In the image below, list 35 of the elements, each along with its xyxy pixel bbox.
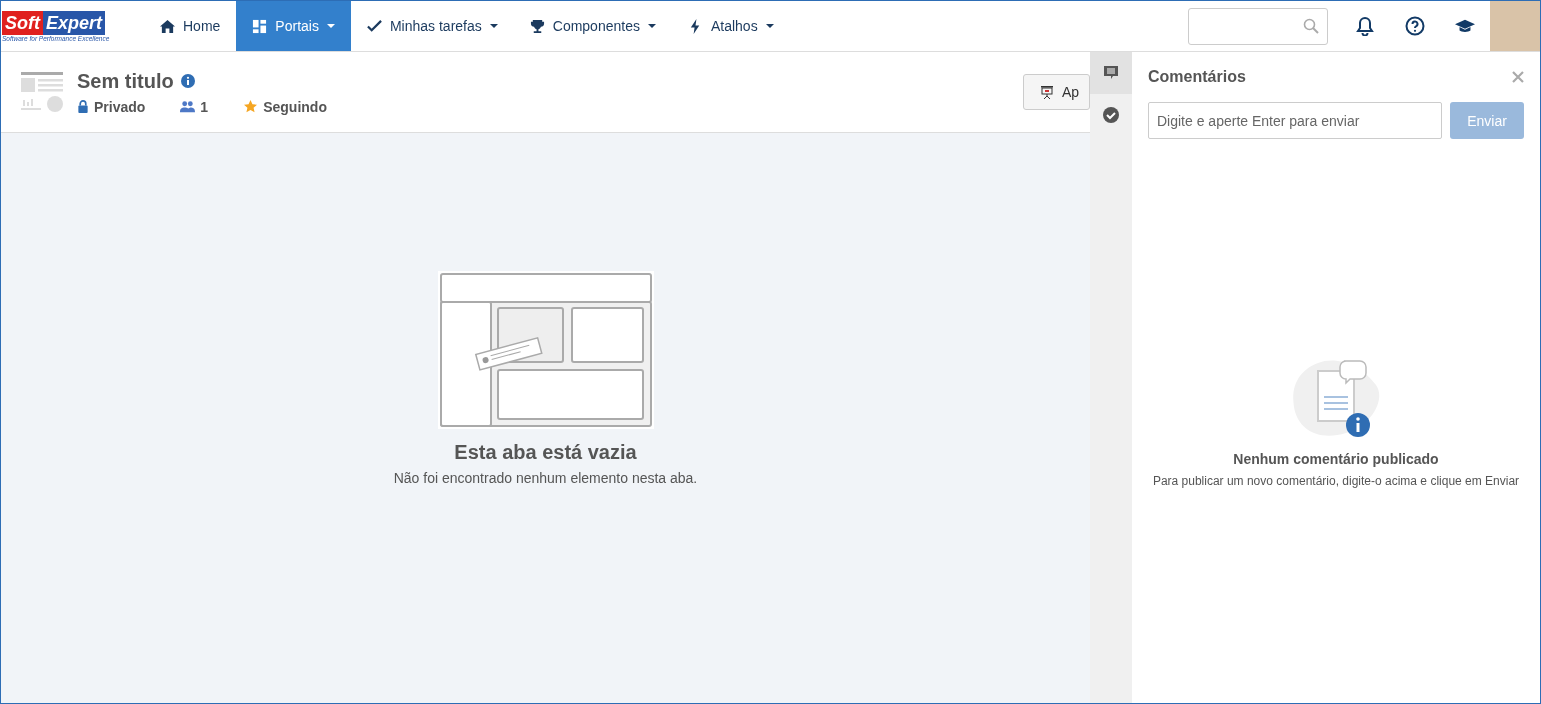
speech-bubble-icon [1103, 65, 1119, 81]
empty-state-title: Esta aba está vazia [454, 441, 637, 464]
panel-title: Comentários [1148, 68, 1246, 86]
check-circle-icon [1103, 107, 1119, 123]
nav-item[interactable]: Componentes [513, 1, 672, 51]
comment-input[interactable]: Digite e aperte Enter para enviar [1148, 102, 1442, 139]
grid-icon [252, 18, 268, 34]
presentation-button[interactable]: Ap [1022, 74, 1090, 110]
no-comments-title: Nenhum comentário publicado [1233, 451, 1439, 467]
home-icon [160, 18, 175, 34]
trophy-icon [529, 18, 545, 34]
privacy-label: Privado [94, 98, 146, 115]
star-icon [243, 100, 259, 113]
portal-thumbnail-icon [19, 70, 65, 114]
logo-text: Soft [2, 10, 43, 35]
help-icon[interactable] [1405, 16, 1425, 36]
nav-item[interactable]: Minhas tarefas [350, 1, 514, 51]
page-title: Sem titulo [77, 69, 174, 93]
search-icon [1303, 18, 1319, 34]
padlock-icon [77, 100, 89, 113]
comments-tab[interactable] [1090, 52, 1132, 94]
following-label: Seguindo [263, 98, 327, 115]
users-icon [180, 100, 196, 113]
no-comments-text: Para publicar um novo comentário, digite-o acima e clique em Enviar [1152, 474, 1520, 488]
nav-item[interactable]: Home [144, 1, 237, 51]
logo-text: Expert [43, 10, 106, 35]
info-icon[interactable] [180, 74, 195, 88]
search-field[interactable] [1188, 7, 1328, 45]
member-count: 1 [200, 98, 209, 115]
nav-item[interactable]: Portais [236, 1, 351, 51]
checkmark-icon [366, 18, 382, 34]
bell-icon[interactable] [1355, 16, 1375, 36]
nav-item[interactable]: Atalhos [671, 1, 790, 51]
presentation-icon [1039, 85, 1054, 99]
empty-state-text: Não foi encontrado nenhum elemento nesta aba. [393, 470, 698, 486]
